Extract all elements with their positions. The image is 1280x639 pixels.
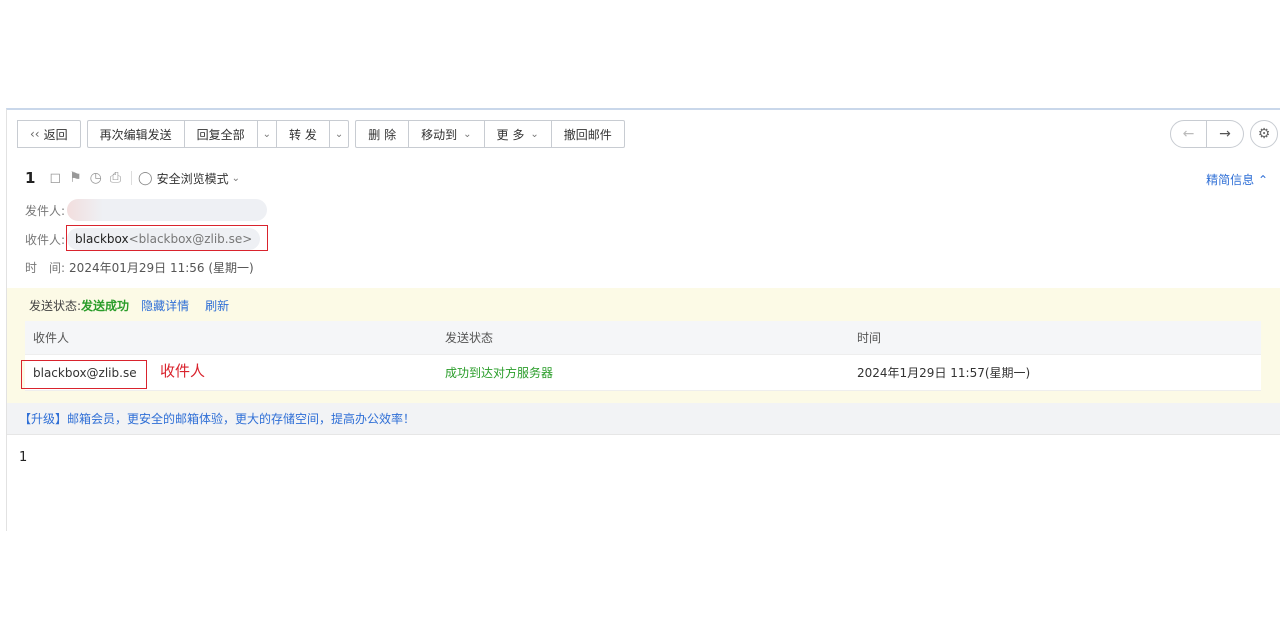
chevron-down-icon: ⌄ <box>231 172 241 184</box>
status-line: 发送状态: 发送成功 隐藏详情 刷新 <box>29 297 230 314</box>
delete-button[interactable]: 删 除 <box>355 120 410 148</box>
mail-body: 1 <box>19 450 28 465</box>
move-to-button[interactable]: 移动到 ⌄ <box>409 120 485 148</box>
send-status-panel: 发送状态: 发送成功 隐藏详情 刷新 收件人 发送状态 时间 blackbox@… <box>7 288 1280 403</box>
reply-all-button[interactable]: 回复全部 <box>184 120 258 148</box>
sender-row: 发件人: <box>25 199 268 221</box>
double-chevron-up-icon: ⌃ <box>1257 173 1268 187</box>
hide-details-link[interactable]: 隐藏详情 <box>141 297 189 314</box>
row-time: 2024年1月29日 11:57(星期一) <box>857 366 1031 380</box>
chevron-down-icon: ⌄ <box>463 128 472 140</box>
double-chevron-left-icon: ‹‹ <box>30 127 40 141</box>
settings-gear-icon[interactable]: ⚙ <box>1250 120 1278 148</box>
shield-icon: ◯ <box>138 170 153 186</box>
column-header-time: 时间 <box>857 331 882 345</box>
forward-button[interactable]: 转 发 <box>277 120 330 148</box>
upgrade-banner[interactable]: 【升级】邮箱会员，更安全的邮箱体验，更大的存储空间，提高办公效率！ <box>7 403 1280 435</box>
mail-subject: 1 <box>25 169 36 187</box>
status-table: 收件人 发送状态 时间 blackbox@zlib.se 成功到达对方服务器 2… <box>25 321 1261 391</box>
sent-time: 2024年01月29日 11:56 (星期一) <box>69 261 254 275</box>
table-row: blackbox@zlib.se 成功到达对方服务器 2024年1月29日 11… <box>25 355 1261 391</box>
chevron-down-icon: ⌄ <box>530 128 539 140</box>
status-value: 发送成功 <box>81 299 130 313</box>
bookmark-icon[interactable]: ◻ <box>49 170 61 186</box>
highlight-box-recipient <box>66 225 268 251</box>
table-header: 收件人 发送状态 时间 <box>25 321 1261 355</box>
highlight-box-table-recipient <box>21 360 147 389</box>
brief-info-link[interactable]: 精简信息 ⌃ <box>1206 171 1268 188</box>
reedit-send-button[interactable]: 再次编辑发送 <box>86 120 185 148</box>
forward-dropdown-chevron-icon[interactable]: ⌄ <box>329 120 350 148</box>
clock-icon[interactable]: ◷ <box>90 170 102 186</box>
refresh-link[interactable]: 刷新 <box>205 297 229 314</box>
recall-mail-button[interactable]: 撤回邮件 <box>551 120 625 148</box>
sender-chip-blurred[interactable] <box>67 199 268 221</box>
back-button[interactable]: ‹‹ 返回 <box>17 120 81 148</box>
previous-mail-arrow-left-icon[interactable]: ← <box>1170 120 1207 148</box>
more-button[interactable]: 更 多 ⌄ <box>484 120 552 148</box>
column-header-status: 发送状态 <box>445 331 494 345</box>
print-icon[interactable]: ⎙ <box>110 170 121 186</box>
row-status: 成功到达对方服务器 <box>445 366 554 380</box>
next-mail-arrow-right-icon[interactable]: → <box>1207 120 1244 148</box>
annotation-label: 收件人 <box>160 362 206 380</box>
flag-icon[interactable]: ⚑ <box>69 170 82 186</box>
mail-navigation: ← → <box>1170 120 1244 148</box>
toolbar: ‹‹ 返回 再次编辑发送 回复全部 ⌄ 转 发 ⌄ 删 除 移动到 ⌄ 更 多 … <box>17 120 631 148</box>
mail-reader: ‹‹ 返回 再次编辑发送 回复全部 ⌄ 转 发 ⌄ 删 除 移动到 ⌄ 更 多 … <box>6 108 1280 531</box>
time-row: 时 间: 2024年01月29日 11:56 (星期一) <box>25 261 254 275</box>
divider <box>131 171 133 185</box>
safe-browsing-mode-toggle[interactable]: ◯ 安全浏览模式 ⌄ <box>138 170 240 187</box>
reply-all-dropdown-chevron-icon[interactable]: ⌄ <box>257 120 278 148</box>
column-header-recipient: 收件人 <box>33 331 70 345</box>
subject-row: 1 ◻ ⚑ ◷ ⎙ ◯ 安全浏览模式 ⌄ <box>25 168 240 188</box>
